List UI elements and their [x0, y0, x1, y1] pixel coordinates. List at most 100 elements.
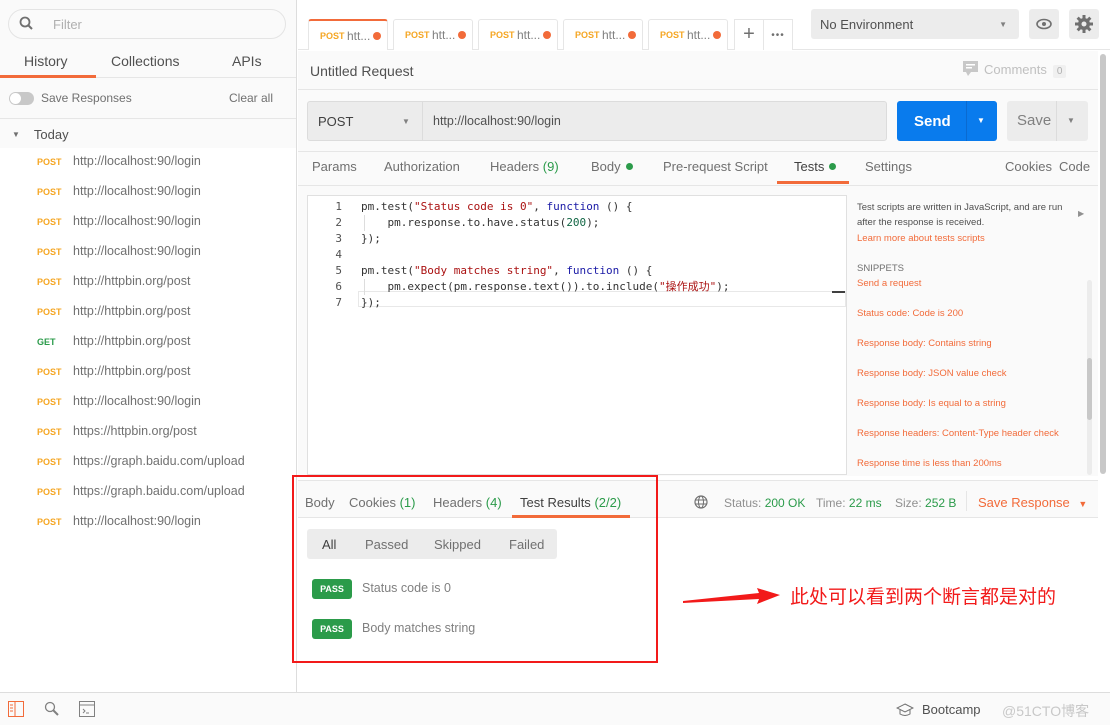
settings-button[interactable] [1069, 9, 1099, 39]
history-url: http://httpbin.org/post [73, 334, 191, 348]
snippet-link[interactable]: Response body: JSON value check [857, 368, 1006, 379]
history-item[interactable]: POST http://httpbin.org/post [0, 359, 296, 389]
filter-input[interactable]: Filter [8, 9, 286, 39]
method-badge: POST [37, 427, 62, 437]
toggle-sidebar-icon[interactable] [8, 701, 24, 717]
active-tab-indicator [0, 75, 96, 78]
tab-label: htt... [517, 28, 541, 42]
request-tab[interactable]: POST htt... [648, 19, 728, 50]
save-response-button[interactable]: Save Response ▼ [978, 495, 1087, 510]
tests-code-editor[interactable]: 1 pm.test("Status code is 0", function ()… [307, 195, 847, 475]
history-item[interactable]: POST http://httpbin.org/post [0, 299, 296, 329]
code-text: pm.test("Body matches string", function … [361, 264, 653, 277]
request-panel: Untitled Request Comments 0 POST ▼ http:/… [298, 51, 1098, 476]
method-select[interactable]: POST ▼ [307, 101, 423, 141]
annotation-text: 此处可以看到两个断言都是对的 [790, 586, 1057, 608]
snippet-link[interactable]: Send a request [857, 278, 921, 289]
method-badge: POST [37, 397, 62, 407]
environment-select[interactable]: No Environment ▼ [811, 9, 1019, 39]
code-link[interactable]: Code [1059, 159, 1090, 174]
snippet-link[interactable]: Response body: Is equal to a string [857, 398, 1006, 409]
divider [298, 185, 1098, 186]
request-tab[interactable]: POST htt... [478, 19, 558, 50]
tab-collections[interactable]: Collections [111, 53, 179, 69]
main-scrollbar[interactable] [1099, 51, 1107, 691]
history-item[interactable]: POST http://localhost:90/login [0, 389, 296, 419]
snippet-link[interactable]: Response body: Contains string [857, 338, 992, 349]
method-value: POST [318, 114, 354, 129]
history-url: https://httpbin.org/post [73, 424, 197, 438]
save-options-chevron-icon[interactable]: ▼ [1067, 116, 1075, 125]
divider [298, 89, 1098, 90]
send-button[interactable]: Send ▼ [897, 101, 997, 141]
console-icon[interactable] [79, 701, 95, 717]
history-item[interactable]: POST https://graph.baidu.com/upload [0, 479, 296, 509]
history-url: https://graph.baidu.com/upload [73, 484, 245, 498]
sidebar: Filter History Collections APIs Save Res… [0, 0, 297, 692]
history-item[interactable]: POST http://localhost:90/login [0, 209, 296, 239]
history-group-today[interactable]: ▼ Today [12, 127, 69, 142]
size-value: 252 B [925, 496, 957, 510]
tab-authorization[interactable]: Authorization [384, 159, 460, 174]
history-url: http://localhost:90/login [73, 214, 201, 228]
history-item[interactable]: POST https://httpbin.org/post [0, 419, 296, 449]
code-line: 3}); [308, 231, 846, 247]
learn-more-link[interactable]: Learn more about tests scripts [857, 233, 985, 244]
history-url: https://graph.baidu.com/upload [73, 454, 245, 468]
method-badge: GET [37, 337, 56, 347]
history-item[interactable]: POST https://graph.baidu.com/upload [0, 449, 296, 479]
tab-history[interactable]: History [24, 53, 68, 69]
snippets-scroll-thumb[interactable] [1087, 358, 1092, 420]
tab-params[interactable]: Params [312, 159, 357, 174]
tab-headers[interactable]: Headers (9) [490, 159, 559, 174]
find-replace-icon[interactable] [44, 701, 60, 717]
save-responses-toggle[interactable] [9, 92, 34, 105]
environment-quick-look-button[interactable] [1029, 9, 1059, 39]
comments-count: 0 [1052, 65, 1067, 78]
request-title[interactable]: Untitled Request [310, 63, 414, 79]
request-tab[interactable]: POST htt... [563, 19, 643, 50]
status-value: 200 OK [764, 496, 806, 510]
tab-settings[interactable]: Settings [865, 159, 912, 174]
chevron-down-icon: ▼ [1078, 499, 1088, 509]
status-dot-icon [625, 163, 633, 170]
snippet-link[interactable]: Status code: Code is 200 [857, 308, 963, 319]
save-button[interactable]: Save ▼ [1007, 101, 1088, 141]
history-url: http://localhost:90/login [73, 244, 201, 258]
clear-all-button[interactable]: Clear all [229, 91, 273, 105]
unsaved-dot-icon [628, 31, 636, 39]
method-badge: POST [660, 30, 685, 40]
tab-apis[interactable]: APIs [232, 53, 262, 69]
request-tab[interactable]: POST htt... [308, 19, 388, 50]
tab-tests[interactable]: Tests [794, 159, 837, 174]
cookies-link[interactable]: Cookies [1005, 159, 1052, 174]
method-badge: POST [37, 277, 62, 287]
new-tab-button[interactable]: + [734, 19, 764, 50]
comments-button[interactable]: Comments 0 [963, 61, 1067, 78]
status-dot-icon [829, 163, 837, 170]
url-input[interactable]: http://localhost:90/login [422, 101, 887, 141]
main-scroll-thumb[interactable] [1100, 54, 1106, 474]
history-item[interactable]: POST http://localhost:90/login [0, 179, 296, 209]
snippet-link[interactable]: Response time is less than 200ms [857, 458, 1002, 469]
unsaved-dot-icon [458, 31, 466, 39]
tab-label: htt... [602, 28, 626, 42]
snippets-heading: SNIPPETS [857, 263, 904, 274]
group-label: Today [33, 127, 69, 142]
history-item[interactable]: POST http://httpbin.org/post [0, 269, 296, 299]
method-badge: POST [37, 157, 62, 167]
request-tab[interactable]: POST htt... [393, 19, 473, 50]
tab-body[interactable]: Body [591, 159, 633, 174]
eye-icon [1036, 18, 1052, 30]
snippet-link[interactable]: Response headers: Content-Type header ch… [857, 428, 1059, 439]
more-tabs-button[interactable]: ••• [763, 19, 793, 50]
collapse-arrow-icon[interactable]: ▶ [1078, 209, 1084, 218]
history-item[interactable]: GET http://httpbin.org/post [0, 329, 296, 359]
history-item[interactable]: POST http://localhost:90/login [0, 509, 296, 539]
bootcamp-button[interactable]: Bootcamp [922, 702, 981, 717]
send-options-chevron-icon[interactable]: ▼ [977, 116, 985, 125]
history-item[interactable]: POST http://localhost:90/login [0, 149, 296, 179]
method-badge: POST [37, 187, 62, 197]
tab-pre-request-script[interactable]: Pre-request Script [663, 159, 768, 174]
history-item[interactable]: POST http://localhost:90/login [0, 239, 296, 269]
